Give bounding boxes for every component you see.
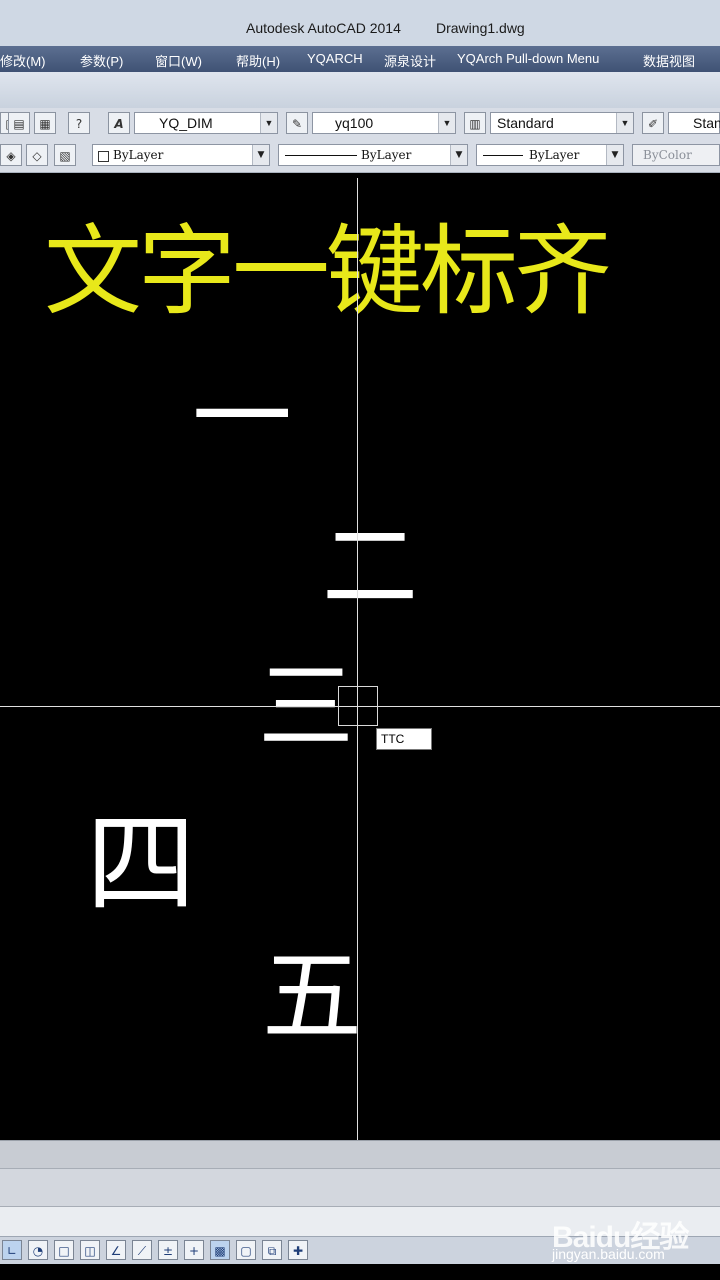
textstyle-dropdown[interactable]: Stan: [668, 112, 720, 134]
heading-text: 文字一键标齐: [44, 215, 612, 329]
menu-help[interactable]: 帮助(H): [236, 51, 280, 70]
menu-data-view[interactable]: 数据视图: [643, 51, 695, 70]
osnap-icon[interactable]: □: [54, 1240, 74, 1260]
color-swatch: [98, 151, 109, 162]
layer-isolate-icon[interactable]: ▧: [54, 144, 76, 166]
linetype-dropdown[interactable]: ByLayer ▼: [278, 144, 468, 166]
color-value: ByLayer: [113, 148, 164, 162]
otrack-icon[interactable]: ∠: [106, 1240, 126, 1260]
multileader-dropdown[interactable]: yq100 ▼: [312, 112, 456, 134]
ducs-icon[interactable]: ⟋: [132, 1240, 152, 1260]
app-title: Autodesk AutoCAD 2014: [246, 20, 401, 36]
table-style-icon[interactable]: ▥: [464, 112, 486, 134]
crosshair-vertical: [357, 178, 358, 1140]
baidu-watermark: Baidu经验 jingyan.baidu.com: [552, 1212, 720, 1270]
polar-icon[interactable]: ◔: [28, 1240, 48, 1260]
styles-toolbar: ▣ ▤ ▦ ? A YQ_DIM ▼ ✎ yq100 ▼ ▥ Standard …: [0, 108, 720, 141]
lineweight-dropdown[interactable]: ByLayer ▼: [476, 144, 624, 166]
cursor-pickbox: [338, 686, 378, 726]
linetype-sample: [285, 155, 357, 156]
dyn-icon[interactable]: ±: [158, 1240, 178, 1260]
chevron-down-icon[interactable]: ▼: [260, 113, 277, 133]
lineweight-icon[interactable]: +: [184, 1240, 204, 1260]
drawing-canvas[interactable]: 文字一键标齐 一 二 三 四 五 TTC: [0, 173, 720, 1140]
dimstyle-dropdown[interactable]: YQ_DIM ▼: [134, 112, 278, 134]
watermark-url: jingyan.baidu.com: [552, 1246, 665, 1262]
layer-properties-icon[interactable]: ▤: [8, 112, 30, 134]
calculator-icon[interactable]: ▦: [34, 112, 56, 134]
help-icon[interactable]: ?: [68, 112, 90, 134]
layer-previous-icon[interactable]: ◇: [26, 144, 48, 166]
lineweight-sample: [483, 155, 523, 156]
color-dropdown[interactable]: ByLayer ▼: [92, 144, 270, 166]
menu-parameters[interactable]: 参数(P): [80, 51, 123, 70]
menu-yuanquan-design[interactable]: 源泉设计: [384, 51, 436, 70]
textstyle-value: Stan: [693, 115, 720, 131]
menu-window[interactable]: 窗口(W): [155, 51, 202, 70]
plotstyle-dropdown: ByColor: [632, 144, 720, 166]
title-bar: Autodesk AutoCAD 2014 Drawing1.dwg: [0, 0, 720, 47]
snap-icon[interactable]: ∟: [2, 1240, 22, 1260]
dimstyle-value: YQ_DIM: [159, 115, 213, 131]
text-one[interactable]: 一: [192, 368, 292, 468]
transparency-icon[interactable]: ▩: [210, 1240, 230, 1260]
quick-properties-icon[interactable]: ▢: [236, 1240, 256, 1260]
menu-modify[interactable]: 修改(M): [0, 51, 46, 70]
chevron-down-icon[interactable]: ▼: [438, 113, 455, 133]
text-two[interactable]: 二: [322, 519, 418, 615]
multileader-style-icon[interactable]: ✎: [286, 112, 308, 134]
text-style-brush-icon[interactable]: ✐: [642, 112, 664, 134]
text-five[interactable]: 五: [262, 947, 362, 1047]
linetype-value: ByLayer: [361, 148, 412, 162]
layer-icon[interactable]: ◈: [0, 144, 22, 166]
selection-cycling-icon[interactable]: ⧉: [262, 1240, 282, 1260]
properties-toolbar: ◈ ◇ ▧ ByLayer ▼ ByLayer ▼ ByLayer ▼ ByCo…: [0, 140, 720, 173]
menu-bar: 修改(M) 参数(P) 窗口(W) 帮助(H) YQARCH 源泉设计 YQAr…: [0, 46, 720, 72]
annotation-icon[interactable]: ✚: [288, 1240, 308, 1260]
help-glyph: ?: [75, 117, 83, 131]
text-four[interactable]: 四: [86, 809, 196, 919]
3d-osnap-icon[interactable]: ◫: [80, 1240, 100, 1260]
chevron-down-icon[interactable]: ▼: [616, 113, 633, 133]
menu-yqarch[interactable]: YQARCH: [307, 51, 363, 66]
plotstyle-value: ByColor: [643, 148, 692, 162]
tablestyle-value: Standard: [497, 115, 554, 131]
text-style-icon[interactable]: A: [108, 112, 130, 134]
ribbon-strip: [0, 72, 720, 109]
lineweight-value: ByLayer: [529, 148, 580, 162]
file-name: Drawing1.dwg: [436, 20, 525, 36]
horizontal-scrollbar[interactable]: [0, 1140, 720, 1169]
tablestyle-dropdown[interactable]: Standard ▼: [490, 112, 634, 134]
dynamic-command-input[interactable]: TTC: [376, 728, 432, 750]
chevron-down-icon[interactable]: ▼: [252, 145, 269, 165]
menu-yqarch-pulldown[interactable]: YQArch Pull-down Menu: [457, 51, 599, 66]
command-line[interactable]: [0, 1168, 720, 1207]
chevron-down-icon[interactable]: ▼: [450, 145, 467, 165]
chevron-down-icon[interactable]: ▼: [606, 145, 623, 165]
multileader-value: yq100: [335, 115, 374, 131]
